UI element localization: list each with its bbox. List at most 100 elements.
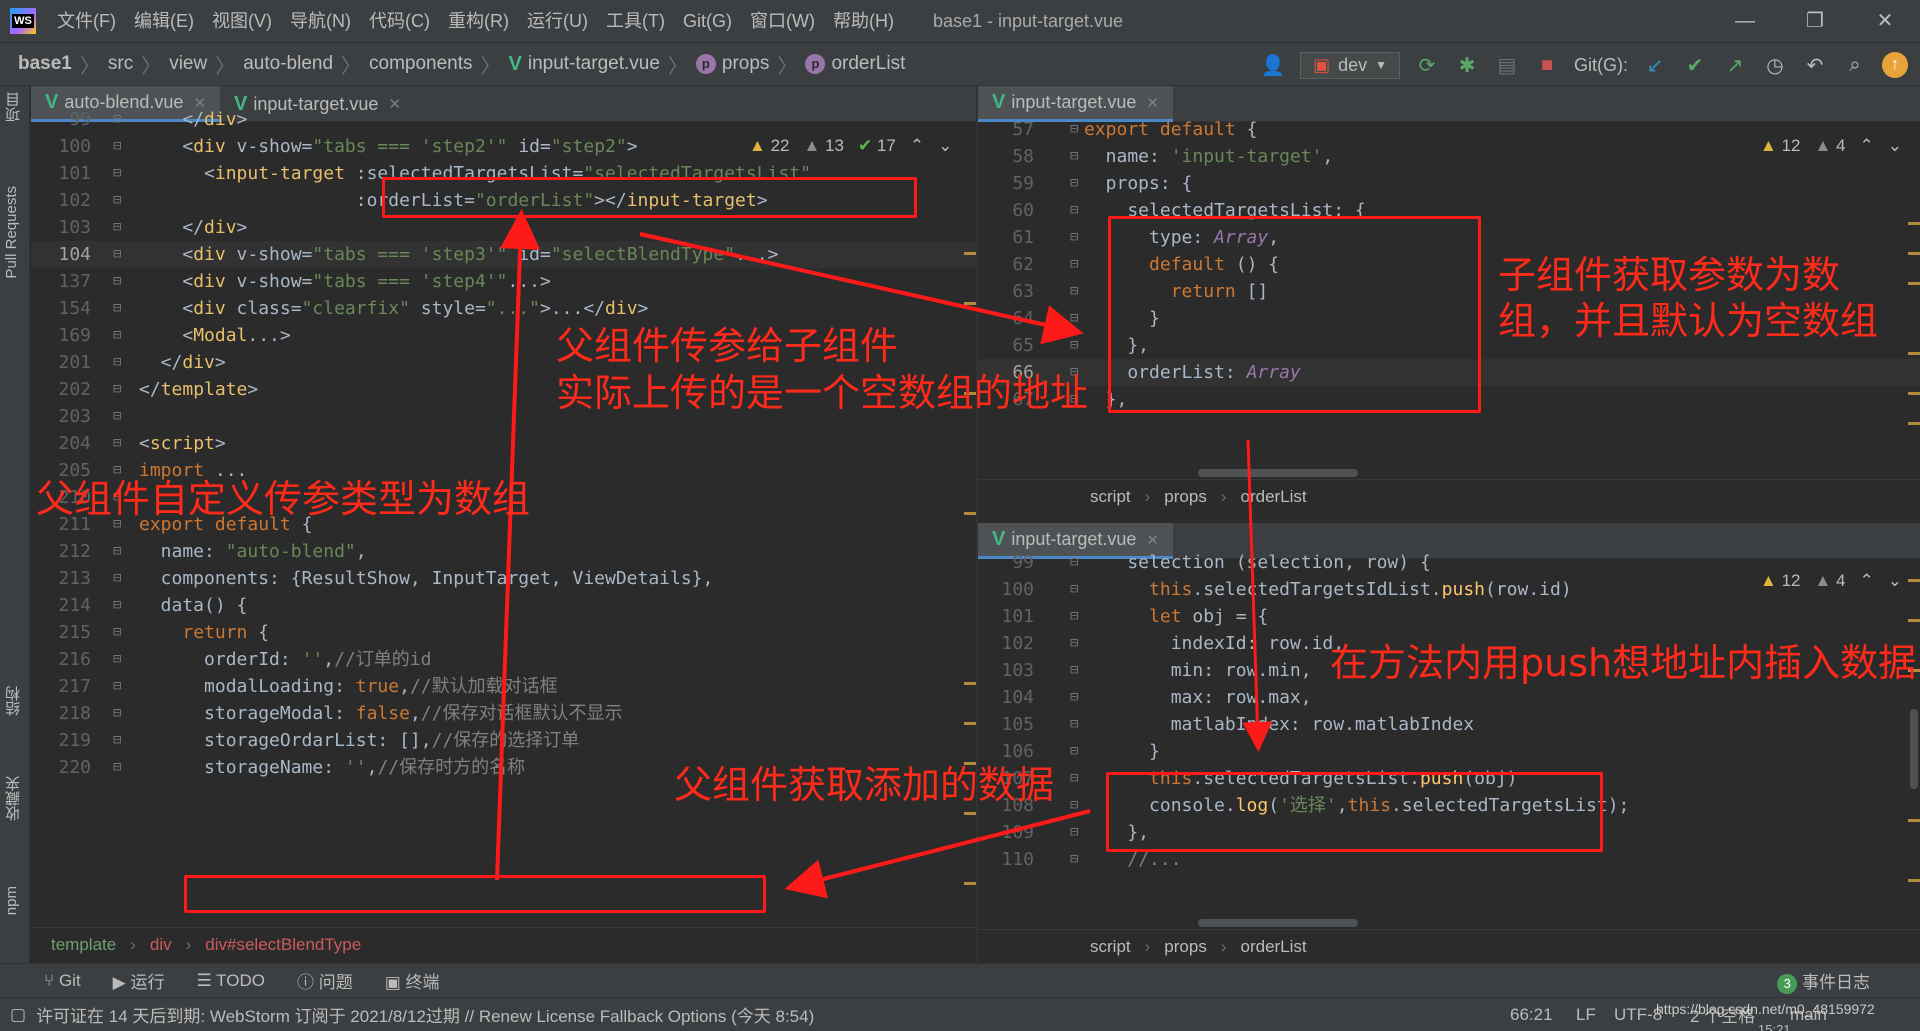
fold-marker-icon[interactable]: ⊟ [1070,549,1078,576]
close-tab-icon[interactable]: ✕ [1146,531,1159,549]
code-line[interactable]: 99 ⊟ </div> [31,106,976,133]
fold-marker-icon[interactable]: ⊟ [113,187,121,214]
history-icon[interactable]: ◷ [1762,53,1788,78]
tool-tab-favorites[interactable]: 收藏夹 [3,776,24,821]
git-update-icon[interactable]: ↙ [1642,53,1668,78]
crumb-orderlist[interactable]: orderList [1241,937,1307,957]
user-icon[interactable]: 👤 [1260,53,1286,78]
right-bottom-code-area[interactable]: 99 ⊟ selection (selection, row) {100 ⊟ thi… [978,552,1920,927]
code-line[interactable]: 212 ⊟ name: "auto-blend", [31,538,976,565]
fold-marker-icon[interactable]: ⊟ [113,349,121,376]
menu-help[interactable]: 帮助(H) [824,0,903,42]
fold-marker-icon[interactable]: ⊟ [1070,170,1078,197]
right-top-scrollbar[interactable] [1908,122,1920,477]
code-line[interactable]: 137 ⊟ <div v-show="tabs === 'step4'"...> [31,268,976,295]
crumb-props[interactable]: props [722,53,770,75]
code-line[interactable]: 101 ⊟ let obj = { [978,603,1920,630]
code-line[interactable]: 154 ⊟ <div class="clearfix" style="...">.… [31,295,976,322]
rollback-icon[interactable]: ↶ [1802,53,1828,78]
tool-terminal[interactable]: ▣ 终端 [385,968,440,993]
git-push-icon[interactable]: ↗ [1722,53,1748,78]
code-line[interactable]: 99 ⊟ selection (selection, row) { [978,549,1920,576]
fold-marker-icon[interactable]: ⊟ [113,160,121,187]
minimize-button[interactable]: — [1710,0,1780,42]
code-line[interactable]: 104 ⊟ max: row.max, [978,684,1920,711]
fold-marker-icon[interactable]: ⊟ [113,403,121,430]
right-bottom-scrollbar[interactable] [1908,559,1920,927]
stop-icon[interactable]: ■ [1534,54,1560,77]
fold-marker-icon[interactable]: ⊟ [113,295,121,322]
fold-marker-icon[interactable]: ⊟ [113,538,121,565]
code-line[interactable]: 215 ⊟ return { [31,619,976,646]
fold-marker-icon[interactable]: ⊟ [113,754,121,781]
code-line[interactable]: 104 ⊟ <div v-show="tabs === 'step3'" id="… [31,241,976,268]
status-message[interactable]: 许可证在 14 天后到期: WebStorm 订阅于 2021/8/12过期 /… [36,1002,814,1027]
code-line[interactable]: 214 ⊟ data() { [31,592,976,619]
run-config-select[interactable]: ▣ dev ▼ [1300,51,1400,79]
code-line[interactable]: 100 ⊟ <div v-show="tabs === 'step2'" id="… [31,133,976,160]
tool-run[interactable]: ▶ 运行 [113,968,165,993]
crumb-project[interactable]: base1 [18,53,72,75]
code-line[interactable]: 219 ⊟ storageOrdarList: [],//保存的选择订单 [31,727,976,754]
crumb-orderlist[interactable]: orderList [1241,487,1307,507]
crumb-view[interactable]: view [169,53,207,75]
tool-todo[interactable]: ☰ TODO [196,971,264,991]
fold-marker-icon[interactable]: ⊟ [1070,657,1078,684]
code-line[interactable]: 217 ⊟ modalLoading: true,//默认加载对话框 [31,673,976,700]
fold-marker-icon[interactable]: ⊟ [1070,224,1078,251]
fold-marker-icon[interactable]: ⊟ [113,565,121,592]
fold-marker-icon[interactable]: ⊟ [1070,576,1078,603]
fold-marker-icon[interactable]: ⊟ [113,214,121,241]
debug-icon[interactable]: ✱ [1454,53,1480,78]
search-icon[interactable]: ⌕ [1842,54,1868,77]
fold-marker-icon[interactable]: ⊟ [113,673,121,700]
menu-edit[interactable]: 编辑(E) [125,0,203,42]
fold-marker-icon[interactable]: ⊟ [113,241,121,268]
fold-marker-icon[interactable]: ⊟ [113,106,121,133]
status-square-icon[interactable]: ▢ [10,1005,26,1025]
crumb-script[interactable]: script [1090,487,1131,507]
code-line[interactable]: 204 ⊟ <script> [31,430,976,457]
fold-marker-icon[interactable]: ⊟ [1070,278,1078,305]
fold-marker-icon[interactable]: ⊟ [1070,630,1078,657]
coverage-icon[interactable]: ▤ [1494,53,1520,78]
tool-tab-pull-requests[interactable]: Pull Requests [3,186,20,279]
fold-marker-icon[interactable]: ⊟ [113,322,121,349]
tool-git[interactable]: ⑂ Git [44,971,81,991]
menu-git[interactable]: Git(G) [674,0,741,42]
update-icon[interactable]: ↑ [1882,52,1908,78]
crumb-auto-blend[interactable]: auto-blend [243,53,333,75]
code-line[interactable]: 57 ⊟ export default { [978,116,1920,143]
fold-marker-icon[interactable]: ⊟ [1070,197,1078,224]
menu-code[interactable]: 代码(C) [360,0,439,42]
fold-marker-icon[interactable]: ⊟ [1070,711,1078,738]
fold-marker-icon[interactable]: ⊟ [113,646,121,673]
crumb-template[interactable]: template [51,935,116,955]
fold-marker-icon[interactable]: ⊟ [1070,765,1078,792]
line-separator[interactable]: LF [1576,1005,1596,1025]
code-line[interactable]: 100 ⊟ this.selectedTargetsIdList.push(row… [978,576,1920,603]
fold-marker-icon[interactable]: ⊟ [1070,819,1078,846]
fold-marker-icon[interactable]: ⊟ [1070,305,1078,332]
fold-marker-icon[interactable]: ⊟ [1070,738,1078,765]
event-log[interactable]: 3 事件日志 [1777,968,1870,994]
crumb-div[interactable]: div [150,935,172,955]
fold-marker-icon[interactable]: ⊟ [113,619,121,646]
fold-marker-icon[interactable]: ⊟ [1070,684,1078,711]
menu-window[interactable]: 窗口(W) [741,0,824,42]
menu-navigate[interactable]: 导航(N) [281,0,360,42]
close-tab-icon[interactable]: ✕ [1146,94,1159,112]
restore-button[interactable]: ❐ [1780,0,1850,42]
rerun-icon[interactable]: ⟳ [1414,53,1440,78]
file-encoding[interactable]: UTF-8 [1614,1005,1662,1025]
fold-marker-icon[interactable]: ⊟ [1070,603,1078,630]
fold-marker-icon[interactable]: ⊟ [113,592,121,619]
crumb-props[interactable]: props [1164,937,1207,957]
crumb-file[interactable]: input-target.vue [528,53,660,75]
fold-marker-icon[interactable]: ⊟ [1070,792,1078,819]
crumb-components[interactable]: components [369,53,473,75]
code-line[interactable]: 213 ⊟ components: {ResultShow, InputTarge… [31,565,976,592]
horizontal-scroll-thumb[interactable] [1198,919,1358,927]
tool-problems[interactable]: ⓘ 问题 [297,968,353,993]
fold-marker-icon[interactable]: ⊟ [113,268,121,295]
